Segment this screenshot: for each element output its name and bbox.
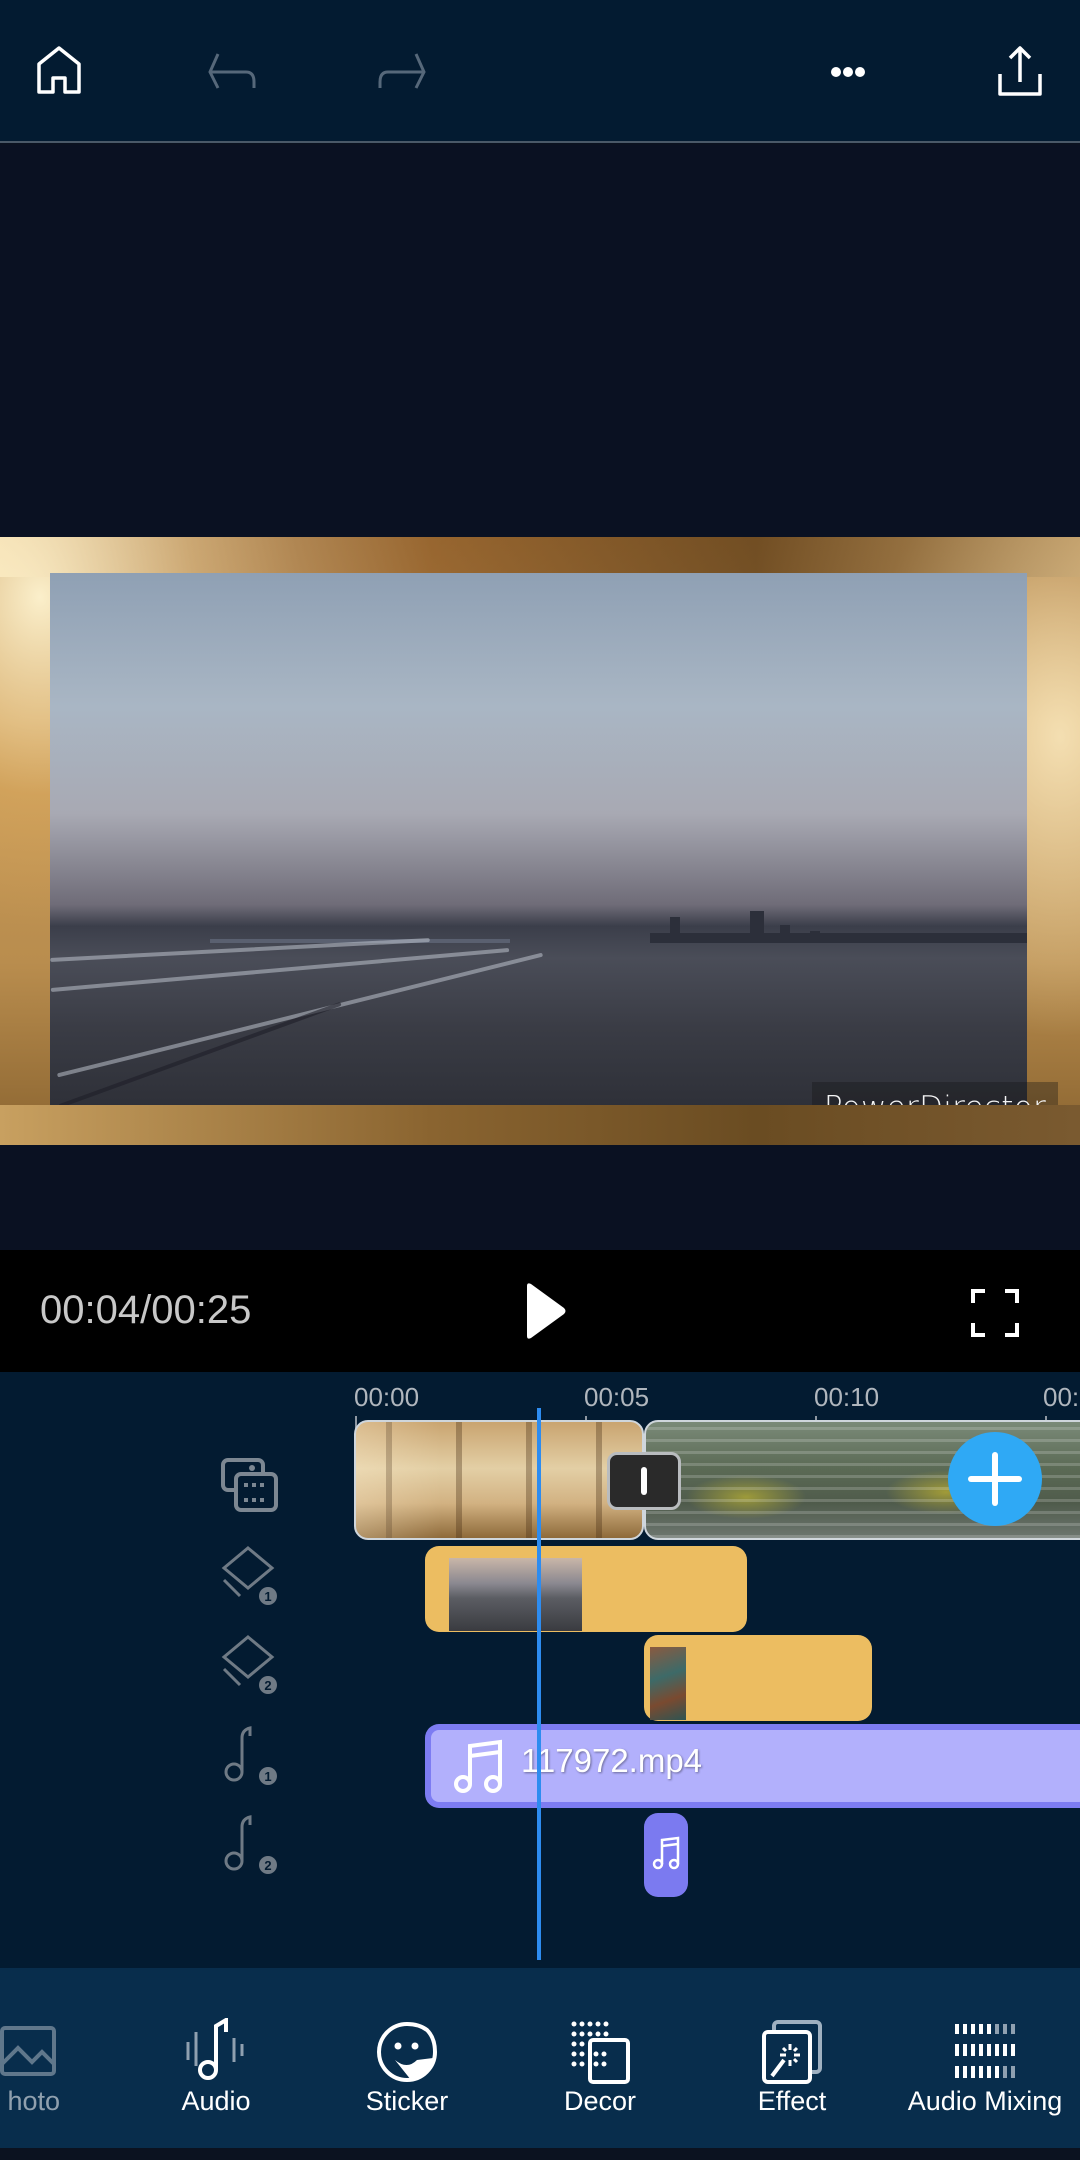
svg-text:1: 1 <box>264 1769 271 1784</box>
transition-button[interactable] <box>607 1452 681 1510</box>
layer-2-icon[interactable]: 2 <box>218 1633 282 1697</box>
system-nav-strip <box>0 2148 1080 2160</box>
playhead[interactable] <box>537 1408 541 1960</box>
overlay-thumbnail-beach <box>449 1558 582 1631</box>
audio-icon <box>186 2018 244 2080</box>
audio-clip-short[interactable] <box>644 1813 688 1897</box>
bottom-toolbar: hoto Audio Sticker Decor Effect Audio Mi… <box>0 1968 1080 2148</box>
tool-label: Effect <box>757 2086 827 2116</box>
redo-icon <box>378 53 426 89</box>
ruler-label: 00:05 <box>584 1382 650 1412</box>
music-2-icon[interactable]: 2 <box>218 1813 282 1877</box>
svg-text:2: 2 <box>264 1858 271 1873</box>
tool-label: Audio Mixing <box>907 2086 1063 2116</box>
decor-icon <box>571 2021 630 2084</box>
watermark: PowerDirector <box>811 1082 1058 1134</box>
tool-sticker[interactable]: Sticker <box>347 1968 467 2148</box>
tool-label: Sticker <box>365 2086 449 2116</box>
music-note-icon <box>652 1836 680 1870</box>
more-button[interactable] <box>816 40 880 104</box>
fullscreen-icon[interactable] <box>965 1283 1025 1343</box>
undo-icon <box>208 53 256 89</box>
video-photo-icon[interactable] <box>218 1452 282 1516</box>
overlay-thumbnail-texture <box>650 1647 686 1720</box>
video-clip-forest[interactable] <box>354 1420 644 1540</box>
forest-background-frame: PowerDirector <box>0 537 1080 1145</box>
svg-text:1: 1 <box>264 1589 271 1604</box>
overlay-clip-1[interactable] <box>425 1546 747 1632</box>
audio-clip[interactable]: 117972.mp4 <box>425 1724 1080 1808</box>
music-note-icon <box>454 1739 502 1793</box>
add-media-button[interactable] <box>948 1432 1042 1526</box>
more-icon <box>831 67 865 77</box>
effect-icon <box>762 2020 822 2084</box>
home-button[interactable] <box>27 40 91 104</box>
timeline[interactable]: 00:00 00:05 00:10 00: 1 2 1 2 117972.mp4 <box>0 1372 1080 1968</box>
tool-audio[interactable]: Audio <box>156 1968 276 2148</box>
sticker-icon <box>377 2021 438 2082</box>
overlay-clip-2[interactable] <box>644 1635 872 1721</box>
play-icon[interactable] <box>510 1276 580 1346</box>
city-skyline <box>50 911 1027 943</box>
preview-area[interactable]: PowerDirector <box>0 145 1080 1250</box>
tool-label: Decor <box>563 2086 637 2116</box>
audio-clip-name: 117972.mp4 <box>521 1742 703 1779</box>
audio-mixing-icon <box>955 2024 1015 2078</box>
music-1-icon[interactable]: 1 <box>218 1724 282 1788</box>
tool-decor[interactable]: Decor <box>540 1968 660 2148</box>
photo-icon <box>0 2026 56 2076</box>
tool-photo[interactable]: hoto <box>0 1968 90 2148</box>
ruler-label: 00:00 <box>354 1382 420 1412</box>
home-icon <box>37 46 81 94</box>
export-icon <box>998 46 1042 96</box>
undo-button[interactable] <box>200 40 264 104</box>
playback-bar: 00:04/00:25 <box>0 1250 1080 1372</box>
beach-video-preview <box>50 573 1027 1108</box>
tool-effect[interactable]: Effect <box>732 1968 852 2148</box>
ruler-label: 00: <box>1043 1382 1080 1412</box>
tool-label: hoto <box>7 2086 60 2116</box>
export-button[interactable] <box>988 40 1052 104</box>
svg-text:2: 2 <box>264 1678 271 1693</box>
layer-1-icon[interactable]: 1 <box>218 1544 282 1608</box>
tool-audio-mixing[interactable]: Audio Mixing <box>900 1968 1070 2148</box>
tool-label: Audio <box>181 2086 251 2116</box>
redo-button[interactable] <box>370 40 434 104</box>
top-toolbar <box>0 0 1080 143</box>
ruler-label: 00:10 <box>814 1382 880 1412</box>
timecode: 00:04/00:25 <box>40 1288 252 1332</box>
